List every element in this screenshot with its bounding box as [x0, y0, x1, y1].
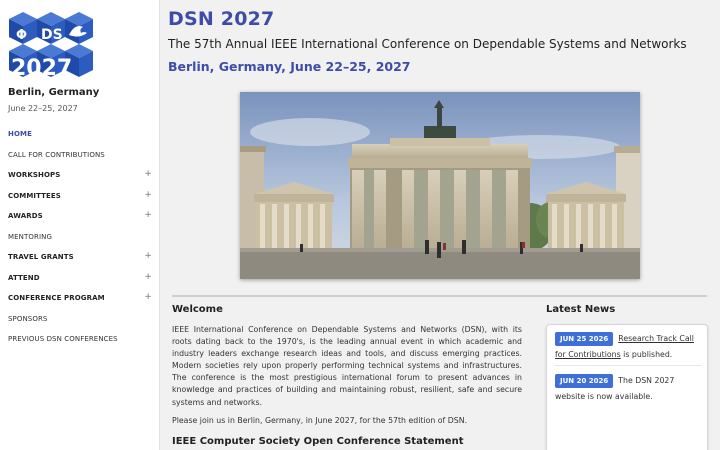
section-divider [172, 295, 707, 297]
page-title: DSN 2027 [168, 8, 275, 30]
nav-item-committees[interactable]: COMMITTEES + [0, 186, 160, 207]
nav-item-call-for-contributions[interactable]: CALL FOR CONTRIBUTIONS [0, 145, 160, 166]
news-panel: JUN 25 2026 Research Track Call for Contr… [546, 324, 708, 450]
svg-text:DS: DS [41, 27, 63, 43]
welcome-join-text: Please join us in Berlin, Germany, in Ju… [172, 416, 468, 425]
nav-item-previous-conferences[interactable]: PREVIOUS DSN CONFERENCES [0, 329, 160, 350]
latest-news-heading: Latest News [546, 304, 616, 315]
dsn-logo[interactable]: Φ DS 2027 [7, 9, 97, 81]
expand-icon[interactable]: + [144, 169, 152, 179]
expand-icon[interactable]: + [144, 210, 152, 220]
nav-item-awards[interactable]: AWARDS + [0, 206, 160, 227]
news-text: is published. [620, 350, 673, 359]
nav-item-workshops[interactable]: WORKSHOPS + [0, 165, 160, 186]
news-separator [555, 365, 701, 366]
news-date-badge: JUN 25 2026 [555, 332, 614, 346]
nav-item-sponsors[interactable]: SPONSORS [0, 309, 160, 330]
sidebar-city: Berlin, Germany [8, 87, 100, 98]
main-content: DSN 2027 The 57th Annual IEEE Internatio… [160, 0, 720, 450]
svg-text:2027: 2027 [11, 56, 72, 81]
open-conference-statement-heading: IEEE Computer Society Open Conference St… [172, 436, 464, 447]
sidebar: Φ DS 2027 Berlin, Germany June 22–25, 20… [0, 0, 160, 450]
sidebar-nav: HOME CALL FOR CONTRIBUTIONS WORKSHOPS + C… [0, 124, 160, 350]
expand-icon[interactable]: + [144, 292, 152, 302]
expand-icon[interactable]: + [144, 272, 152, 282]
sidebar-dates: June 22–25, 2027 [8, 104, 78, 113]
news-item: JUN 20 2026 The DSN 2027 website is now a… [555, 373, 705, 405]
page-subtitle: The 57th Annual IEEE International Confe… [168, 37, 687, 51]
nav-item-attend[interactable]: ATTEND + [0, 268, 160, 289]
news-date-badge: JUN 20 2026 [555, 374, 614, 388]
svg-text:Φ: Φ [16, 28, 27, 43]
nav-item-travel-grants[interactable]: TRAVEL GRANTS + [0, 247, 160, 268]
expand-icon[interactable]: + [144, 251, 152, 261]
expand-icon[interactable]: + [144, 190, 152, 200]
brandenburg-gate-photo [240, 92, 640, 279]
welcome-heading: Welcome [172, 304, 223, 315]
nav-item-home[interactable]: HOME [0, 124, 160, 145]
conference-location: Berlin, Germany, June 22–25, 2027 [168, 59, 411, 74]
welcome-paragraph: IEEE International Conference on Dependa… [172, 325, 522, 407]
nav-item-mentoring[interactable]: MENTORING [0, 227, 160, 248]
nav-item-conference-program[interactable]: CONFERENCE PROGRAM + [0, 288, 160, 309]
news-item: JUN 25 2026 Research Track Call for Contr… [555, 331, 705, 363]
